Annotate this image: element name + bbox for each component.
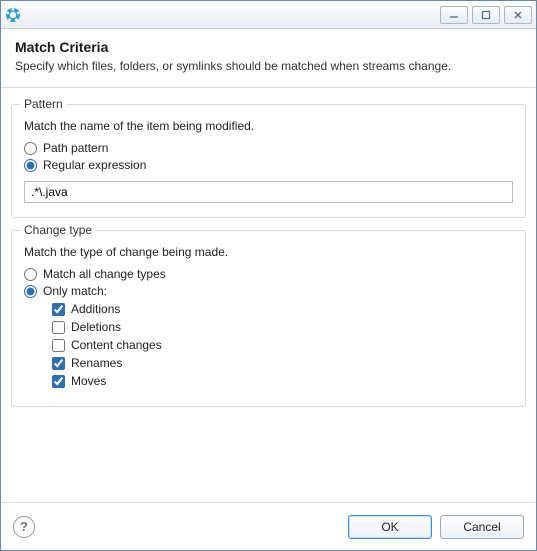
dialog-window: Match Criteria Specify which files, fold… <box>0 0 537 551</box>
cancel-label: Cancel <box>463 520 500 534</box>
content-changes-checkbox[interactable] <box>52 339 65 352</box>
only-match-label: Only match: <box>43 284 107 298</box>
change-legend: Change type <box>20 223 96 237</box>
moves-checkbox[interactable] <box>52 375 65 388</box>
renames-checkbox[interactable] <box>52 357 65 370</box>
renames-label: Renames <box>71 356 122 370</box>
maximize-button[interactable] <box>472 6 500 24</box>
deletions-label: Deletions <box>71 320 121 334</box>
help-icon: ? <box>20 519 28 534</box>
close-button[interactable] <box>504 6 532 24</box>
ok-button[interactable]: OK <box>348 515 432 539</box>
window-controls <box>440 6 532 24</box>
change-desc: Match the type of change being made. <box>24 245 513 259</box>
help-button[interactable]: ? <box>13 516 35 538</box>
moves-label: Moves <box>71 374 106 388</box>
titlebar <box>1 1 536 29</box>
dialog-title: Match Criteria <box>15 39 522 55</box>
dialog-body: Pattern Match the name of the item being… <box>1 88 536 407</box>
app-icon <box>5 7 21 23</box>
regex-label: Regular expression <box>43 158 146 172</box>
dialog-header: Match Criteria Specify which files, fold… <box>1 29 536 85</box>
change-type-list: Additions Deletions Content changes Rena… <box>52 302 513 388</box>
dialog-footer: ? OK Cancel <box>1 502 536 550</box>
pattern-input[interactable] <box>24 181 513 203</box>
path-pattern-radio[interactable] <box>24 142 37 155</box>
minimize-button[interactable] <box>440 6 468 24</box>
pattern-legend: Pattern <box>20 97 67 111</box>
additions-checkbox[interactable] <box>52 303 65 316</box>
pattern-desc: Match the name of the item being modifie… <box>24 119 513 133</box>
cancel-button[interactable]: Cancel <box>440 515 524 539</box>
only-match-radio[interactable] <box>24 285 37 298</box>
dialog-subtitle: Specify which files, folders, or symlink… <box>15 59 522 73</box>
pattern-group: Pattern Match the name of the item being… <box>11 104 526 218</box>
ok-label: OK <box>381 520 398 534</box>
change-type-group: Change type Match the type of change bei… <box>11 230 526 407</box>
regex-radio[interactable] <box>24 159 37 172</box>
match-all-label: Match all change types <box>43 267 166 281</box>
deletions-checkbox[interactable] <box>52 321 65 334</box>
content-changes-label: Content changes <box>71 338 162 352</box>
match-all-radio[interactable] <box>24 268 37 281</box>
additions-label: Additions <box>71 302 120 316</box>
path-pattern-label: Path pattern <box>43 141 108 155</box>
